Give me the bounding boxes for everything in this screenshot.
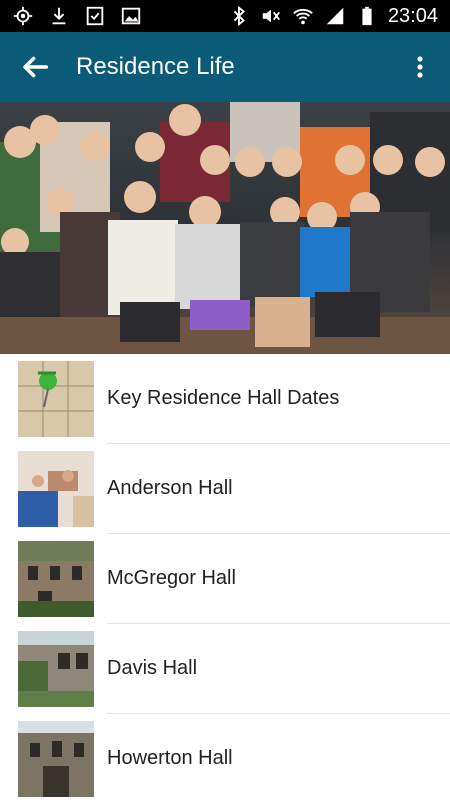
more-vert-icon[interactable] [408,52,432,82]
page-title: Residence Life [76,53,235,80]
bluetooth-icon [233,5,245,27]
stone-building-thumbnail [18,541,94,617]
calendar-pin-thumbnail [18,361,94,437]
stone-building-thumbnail-2 [18,631,94,707]
hero-group-photo [0,102,450,354]
list-item-label: Key Residence Hall Dates [107,387,340,409]
mute-icon [262,9,280,23]
checklist-icon [86,6,104,26]
list-item-label: Davis Hall [107,657,198,679]
signal-icon [326,7,344,25]
stone-building-thumbnail-3 [18,721,94,797]
list-item-davis-hall[interactable]: Davis Hall [0,624,450,714]
residence-list: Key Residence Hall Dates Anderson Hall M… [0,354,450,804]
arrow-back-icon[interactable] [18,50,52,84]
app-bar: Residence Life [0,32,450,102]
list-item-label: Anderson Hall [107,477,233,499]
lounge-thumbnail [18,451,94,527]
battery-icon [362,6,372,26]
list-item-howerton-hall[interactable]: Howerton Hall [0,714,450,804]
image-icon [121,7,141,25]
location-icon [13,6,33,26]
list-item-mcgregor-hall[interactable]: McGregor Hall [0,534,450,624]
list-item-label: McGregor Hall [107,567,236,589]
list-item-label: Howerton Hall [107,747,233,769]
wifi-icon [293,8,313,25]
list-item-anderson-hall[interactable]: Anderson Hall [0,444,450,534]
status-bar: 23:04 [0,0,450,32]
download-icon [52,7,66,25]
status-time: 23:04 [387,5,438,27]
list-item-key-dates[interactable]: Key Residence Hall Dates [0,354,450,444]
